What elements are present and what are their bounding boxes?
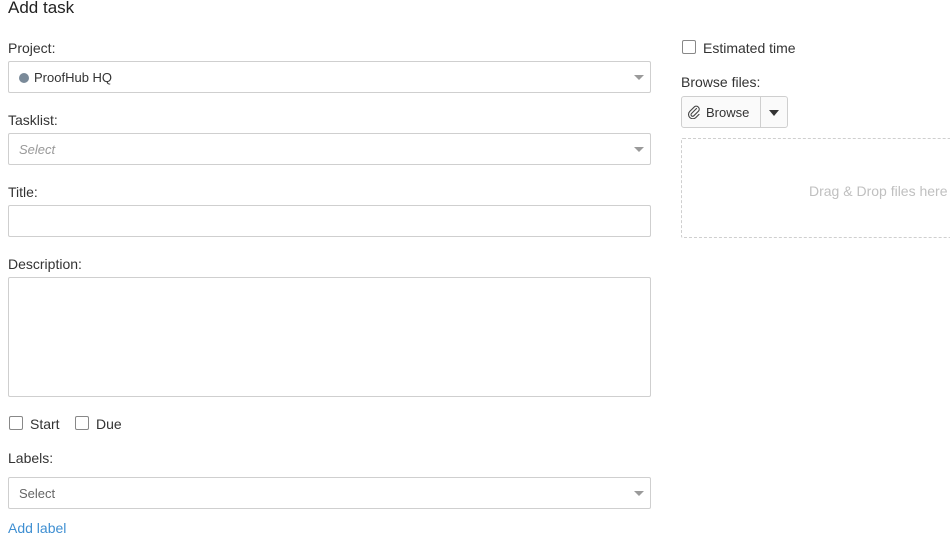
estimated-time-checkbox[interactable]: [682, 40, 696, 54]
file-dropzone[interactable]: Drag & Drop files here: [681, 138, 950, 238]
description-label: Description:: [8, 256, 82, 272]
chevron-down-icon: [634, 491, 644, 496]
project-label: Project:: [8, 40, 56, 56]
paperclip-icon: [688, 105, 700, 119]
labels-label: Labels:: [8, 450, 54, 466]
due-label: Due: [96, 416, 122, 432]
title-input[interactable]: [8, 205, 651, 237]
dropzone-text: Drag & Drop files here: [809, 183, 948, 199]
labels-placeholder: Select: [19, 486, 56, 501]
project-selected-value: ProofHub HQ: [19, 70, 112, 85]
start-checkbox[interactable]: [9, 416, 23, 430]
chevron-down-icon: [634, 147, 644, 152]
add-label-link[interactable]: Add label: [8, 520, 66, 536]
description-textarea[interactable]: [8, 277, 651, 397]
estimated-time-label: Estimated time: [703, 40, 796, 56]
browse-button[interactable]: Browse: [682, 97, 761, 127]
caret-down-icon: [769, 110, 779, 116]
labels-select[interactable]: Select: [8, 477, 651, 509]
title-label: Title:: [8, 184, 38, 200]
tasklist-select[interactable]: Select: [8, 133, 651, 165]
browse-dropdown-toggle[interactable]: [761, 97, 787, 127]
due-checkbox[interactable]: [75, 416, 89, 430]
project-name: ProofHub HQ: [34, 70, 113, 85]
browse-button-group: Browse: [681, 96, 788, 128]
page-title: Add task: [8, 0, 75, 17]
browse-files-label: Browse files:: [681, 74, 761, 90]
chevron-down-icon: [634, 75, 644, 80]
tasklist-label: Tasklist:: [8, 112, 58, 128]
tasklist-placeholder: Select: [19, 142, 56, 157]
browse-button-label: Browse: [706, 105, 750, 120]
start-label: Start: [30, 416, 60, 432]
project-select[interactable]: ProofHub HQ: [8, 61, 651, 93]
project-color-dot: [19, 73, 29, 83]
